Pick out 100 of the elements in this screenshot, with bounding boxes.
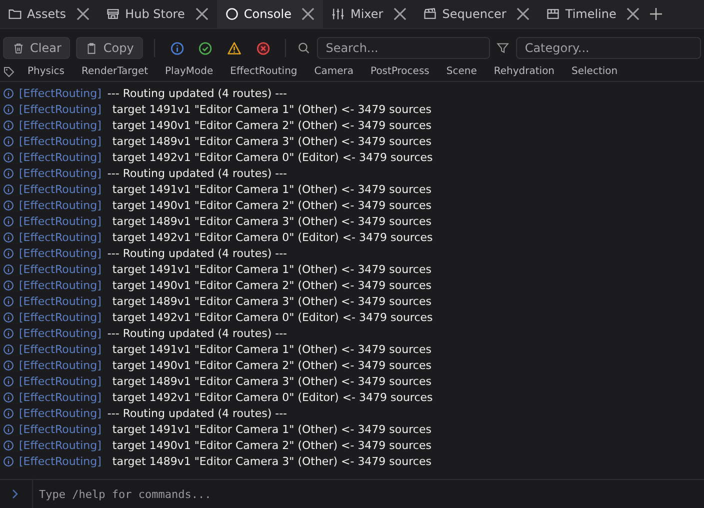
log-source: [EffectRouting] [19, 118, 102, 132]
log-message: target 1492v1 "Editor Camera 0" (Editor) <- 3479 sources [112, 310, 433, 324]
log-source: [EffectRouting] [19, 182, 102, 196]
log-message: --- Routing updated (4 routes) --- [107, 166, 288, 180]
folder-icon [8, 7, 22, 21]
info-icon [3, 152, 14, 162]
circle-icon [224, 7, 239, 21]
category-tag[interactable]: EffectRouting [222, 64, 306, 79]
log-message: target 1490v1 "Editor Camera 2" (Other) <- 3479 sources [112, 358, 432, 372]
error-icon[interactable] [256, 40, 270, 56]
tab[interactable]: Console [216, 0, 324, 28]
copy-button[interactable]: Copy [76, 37, 143, 59]
info-icon [3, 360, 14, 370]
log-message: target 1489v1 "Editor Camera 3" (Other) <- 3479 sources [112, 294, 432, 308]
info-icon [3, 296, 14, 306]
category-tag[interactable]: Selection [563, 64, 626, 79]
log-message: target 1489v1 "Editor Camera 3" (Other) <- 3479 sources [112, 454, 432, 468]
sliders-icon [331, 7, 346, 21]
trash-icon [12, 42, 25, 54]
info-icon [3, 424, 14, 434]
info-icon [3, 456, 14, 466]
filter-icon [496, 41, 510, 55]
info-icon [3, 312, 14, 322]
log-source: [EffectRouting] [19, 342, 102, 356]
clapperboard-icon [423, 7, 438, 21]
log-message: target 1491v1 "Editor Camera 1" (Other) <- 3479 sources [112, 262, 432, 276]
close-icon[interactable] [76, 7, 90, 21]
log-source: [EffectRouting] [19, 454, 102, 468]
log-message: --- Routing updated (4 routes) --- [107, 326, 288, 340]
log-message: target 1490v1 "Editor Camera 2" (Other) <- 3479 sources [112, 278, 432, 292]
category-tag[interactable]: RenderTarget [72, 64, 157, 79]
prompt-icon [10, 489, 20, 499]
log-message: --- Routing updated (4 routes) --- [107, 406, 288, 420]
info-icon [3, 408, 14, 418]
log-source: [EffectRouting] [19, 422, 102, 436]
info-icon [3, 376, 14, 386]
log-source: [EffectRouting] [19, 102, 102, 116]
log-source: [EffectRouting] [19, 358, 102, 372]
log-source: [EffectRouting] [19, 134, 102, 148]
close-icon[interactable] [194, 7, 209, 21]
film-icon [546, 7, 560, 21]
warning-icon[interactable] [226, 40, 242, 56]
clear-button[interactable]: Clear [3, 37, 70, 59]
add-tab-icon[interactable] [650, 8, 662, 20]
log-source: [EffectRouting] [19, 310, 102, 324]
search-field[interactable]: Search... [316, 37, 490, 59]
log-source: [EffectRouting] [19, 438, 102, 452]
info-icon [3, 440, 14, 450]
log-message: target 1491v1 "Editor Camera 1" (Other) <- 3479 sources [112, 422, 432, 436]
close-icon[interactable] [393, 7, 408, 21]
category-tag[interactable]: PlayMode [156, 64, 222, 79]
info-icon [3, 104, 14, 114]
log-message: target 1490v1 "Editor Camera 2" (Other) <- 3479 sources [112, 438, 432, 452]
log-message: target 1489v1 "Editor Camera 3" (Other) <- 3479 sources [112, 214, 432, 228]
log-source: [EffectRouting] [19, 214, 102, 228]
log-message: target 1489v1 "Editor Camera 3" (Other) <- 3479 sources [112, 134, 432, 148]
log-message: target 1492v1 "Editor Camera 0" (Editor) <- 3479 sources [112, 390, 433, 404]
log-source: [EffectRouting] [19, 86, 102, 100]
info-icon [3, 88, 14, 98]
info-icon [3, 264, 14, 274]
info-icon [3, 280, 14, 290]
info-icon [3, 200, 14, 210]
log-message: target 1490v1 "Editor Camera 2" (Other) <- 3479 sources [112, 118, 432, 132]
log-message: target 1491v1 "Editor Camera 1" (Other) <- 3479 sources [112, 342, 432, 356]
info-icon [3, 120, 14, 130]
info-icon [3, 232, 14, 242]
log-source: [EffectRouting] [19, 326, 102, 340]
category-tag[interactable]: Scene [438, 64, 486, 79]
log-message: target 1490v1 "Editor Camera 2" (Other) <- 3479 sources [112, 198, 432, 212]
log-source: [EffectRouting] [19, 278, 102, 292]
close-icon[interactable] [301, 7, 316, 21]
command-field[interactable]: Type /help for commands... [32, 479, 704, 508]
tab[interactable]: Assets [0, 0, 98, 28]
tab[interactable]: Sequencer [415, 0, 538, 28]
tag-icon [3, 66, 15, 78]
close-icon[interactable] [626, 7, 640, 21]
tab[interactable]: Hub Store [98, 0, 217, 28]
info-icon [3, 248, 14, 258]
category-tag[interactable]: Physics [19, 64, 73, 79]
category-tag[interactable]: Camera [306, 64, 362, 79]
category-field[interactable]: Category... [516, 37, 701, 59]
tab[interactable]: Timeline [538, 0, 648, 28]
info-icon [3, 184, 14, 194]
log-source: [EffectRouting] [19, 198, 102, 212]
category-tag[interactable]: PostProcess [362, 64, 438, 79]
log-message: target 1491v1 "Editor Camera 1" (Other) <- 3479 sources [112, 182, 432, 196]
info-icon [3, 392, 14, 402]
log-message: target 1489v1 "Editor Camera 3" (Other) <- 3479 sources [112, 374, 432, 388]
info-icon[interactable] [170, 40, 184, 56]
store-icon [106, 7, 120, 21]
close-icon[interactable] [516, 7, 530, 21]
category-tag[interactable]: Rehydration [485, 64, 564, 79]
tab[interactable]: Mixer [323, 0, 416, 28]
log-source: [EffectRouting] [19, 150, 102, 164]
log-source: [EffectRouting] [19, 406, 102, 420]
check-icon[interactable] [198, 40, 213, 56]
info-icon [3, 344, 14, 354]
log-source: [EffectRouting] [19, 246, 102, 260]
info-icon [3, 168, 14, 178]
log-source: [EffectRouting] [19, 230, 102, 244]
